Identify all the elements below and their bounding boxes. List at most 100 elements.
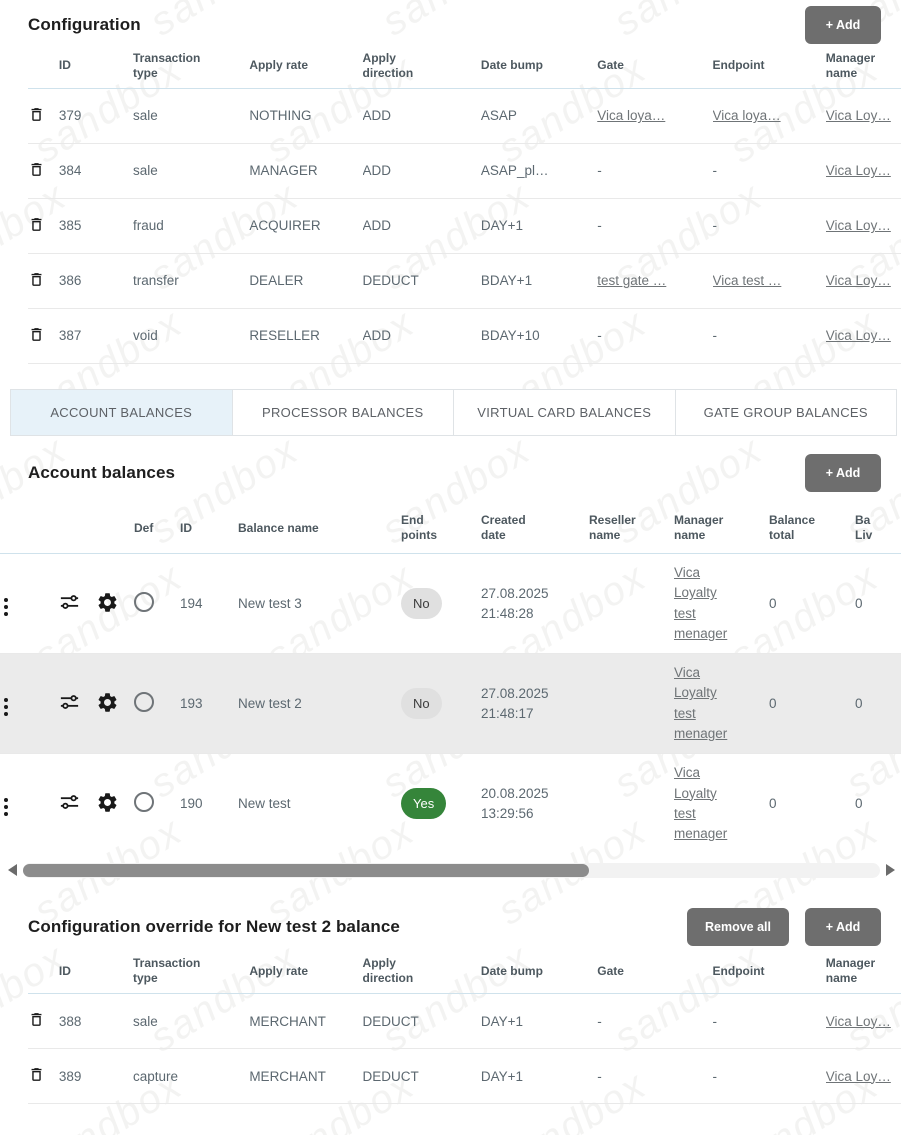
scrollbar-track[interactable] xyxy=(23,863,880,878)
override-add-button[interactable]: + Add xyxy=(805,908,881,946)
tab-gate-group-balances[interactable]: GATE GROUP BALANCES xyxy=(676,390,897,435)
account-balances-add-button[interactable]: + Add xyxy=(805,454,881,492)
tune-icon[interactable] xyxy=(58,591,81,614)
cell-date-bump: DAY+1 xyxy=(481,198,597,253)
tune-icon[interactable] xyxy=(58,791,81,814)
manager-link[interactable]: Vica Loy… xyxy=(826,108,891,123)
cell-transaction-type: transfer xyxy=(133,253,249,308)
tab-account-balances[interactable]: ACCOUNT BALANCES xyxy=(11,390,233,435)
override-title: Configuration override for New test 2 ba… xyxy=(28,917,400,937)
kebab-menu-icon[interactable] xyxy=(0,696,12,718)
end-points-badge: No xyxy=(401,588,442,619)
delete-icon[interactable] xyxy=(28,270,45,289)
tab-virtual-card-balances[interactable]: VIRTUAL CARD BALANCES xyxy=(454,390,676,435)
manager-link[interactable]: Vica Loy… xyxy=(826,1069,891,1084)
table-row: 388 sale MERCHANT DEDUCT DAY+1 - - Vica … xyxy=(28,994,901,1049)
scrollbar-thumb[interactable] xyxy=(23,864,589,877)
column-header-manager-name: Manager name xyxy=(826,44,901,88)
cell-id: 384 xyxy=(59,143,133,198)
cell-gate: - xyxy=(597,1049,712,1104)
column-header-reseller-name: Reseller name xyxy=(589,504,674,554)
cell-apply-direction: DEDUCT xyxy=(363,994,481,1049)
delete-icon[interactable] xyxy=(28,215,45,234)
default-radio[interactable] xyxy=(134,592,154,612)
cell-apply-direction: ADD xyxy=(363,88,481,143)
manager-link[interactable]: Vica Loy… xyxy=(826,1014,891,1029)
cell-id: 388 xyxy=(59,994,133,1049)
column-header-def: Def xyxy=(134,504,180,554)
column-header-apply-direction: Apply direction xyxy=(363,950,481,994)
manager-link[interactable]: Vica Loy… xyxy=(826,163,891,178)
cell-apply-rate: DEALER xyxy=(249,253,362,308)
manager-link[interactable]: Vica Loy… xyxy=(826,328,891,343)
endpoint-link[interactable]: Vica test … xyxy=(713,273,782,288)
cell-apply-direction: DEDUCT xyxy=(363,253,481,308)
table-row: 385 fraud ACQUIRER ADD DAY+1 - - Vica Lo… xyxy=(28,198,901,253)
delete-icon[interactable] xyxy=(28,1065,45,1084)
cell-endpoint: - xyxy=(713,308,826,363)
cell-apply-direction: ADD xyxy=(363,308,481,363)
column-header-gate: Gate xyxy=(597,44,712,88)
delete-icon[interactable] xyxy=(28,325,45,344)
gate-link[interactable]: test gate … xyxy=(597,273,666,288)
scroll-left-arrow[interactable] xyxy=(8,864,17,876)
column-header-id: ID xyxy=(59,950,133,994)
scroll-right-arrow[interactable] xyxy=(886,864,895,876)
default-radio[interactable] xyxy=(134,692,154,712)
kebab-menu-icon[interactable] xyxy=(0,796,12,818)
table-row: 194 New test 3 No 27.08.2025 21:48:28 Vi… xyxy=(0,554,901,654)
cell-apply-direction: ADD xyxy=(363,143,481,198)
gear-icon[interactable] xyxy=(96,691,119,714)
manager-link[interactable]: Vica Loyalty test menager xyxy=(674,663,730,744)
column-header-clipped: Ba Liv xyxy=(855,504,901,554)
tune-icon[interactable] xyxy=(58,691,81,714)
column-header-transaction-type: Transaction type xyxy=(133,44,249,88)
gear-icon[interactable] xyxy=(96,791,119,814)
account-balances-title: Account balances xyxy=(28,463,175,483)
actions-column-header xyxy=(0,504,58,554)
delete-icon[interactable] xyxy=(28,105,45,124)
configuration-add-button[interactable]: + Add xyxy=(805,6,881,44)
manager-link[interactable]: Vica Loy… xyxy=(826,218,891,233)
cell-date-bump: DAY+1 xyxy=(481,994,597,1049)
endpoint-link[interactable]: Vica loya… xyxy=(713,108,781,123)
cell-endpoint: - xyxy=(713,143,826,198)
cell-id: 193 xyxy=(180,654,238,754)
cell-endpoint: - xyxy=(713,1049,826,1104)
gate-link[interactable]: Vica loya… xyxy=(597,108,665,123)
gear-icon[interactable] xyxy=(96,591,119,614)
cell-transaction-type: fraud xyxy=(133,198,249,253)
actions-column-header xyxy=(28,44,59,88)
tab-processor-balances[interactable]: PROCESSOR BALANCES xyxy=(233,390,455,435)
cell-date-bump: BDAY+1 xyxy=(481,253,597,308)
end-points-badge: Yes xyxy=(401,788,446,819)
cell-date-bump: ASAP_pl… xyxy=(481,143,597,198)
cell-transaction-type: sale xyxy=(133,88,249,143)
column-header-endpoint: Endpoint xyxy=(713,950,826,994)
remove-all-button[interactable]: Remove all xyxy=(687,908,789,946)
balances-tab-bar: ACCOUNT BALANCES PROCESSOR BALANCES VIRT… xyxy=(10,389,897,436)
configuration-table: ID Transaction type Apply rate Apply dir… xyxy=(28,44,901,364)
manager-link[interactable]: Vica Loy… xyxy=(826,273,891,288)
cell-gate: - xyxy=(597,308,712,363)
table-row: 190 New test Yes 20.08.2025 13:29:56 Vic… xyxy=(0,754,901,854)
delete-icon[interactable] xyxy=(28,160,45,179)
manager-link[interactable]: Vica Loyalty test menager xyxy=(674,763,730,844)
cell-id: 190 xyxy=(180,754,238,854)
cell-apply-rate: MERCHANT xyxy=(249,994,362,1049)
cell-balance-name: New test 2 xyxy=(238,654,401,754)
cell-apply-rate: MANAGER xyxy=(249,143,362,198)
kebab-menu-icon[interactable] xyxy=(0,596,12,618)
table-row: 384 sale MANAGER ADD ASAP_pl… - - Vica L… xyxy=(28,143,901,198)
manager-link[interactable]: Vica Loyalty test menager xyxy=(674,563,730,644)
column-header-apply-rate: Apply rate xyxy=(249,950,362,994)
cell-endpoint: - xyxy=(713,198,826,253)
column-header-manager-name: Manager name xyxy=(826,950,901,994)
column-header-gate: Gate xyxy=(597,950,712,994)
cell-apply-rate: ACQUIRER xyxy=(249,198,362,253)
column-header-date-bump: Date bump xyxy=(481,44,597,88)
cell-id: 385 xyxy=(59,198,133,253)
delete-icon[interactable] xyxy=(28,1010,45,1029)
column-header-balance-name: Balance name xyxy=(238,504,401,554)
default-radio[interactable] xyxy=(134,792,154,812)
